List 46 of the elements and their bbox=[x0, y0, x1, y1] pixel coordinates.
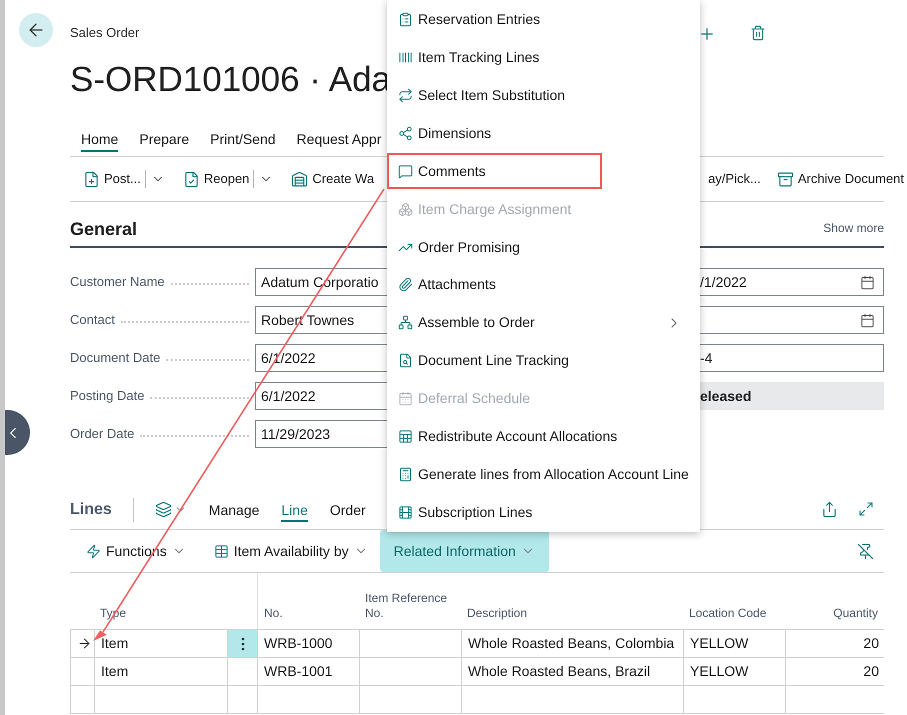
field-label: Customer Name bbox=[70, 273, 165, 292]
lines-action-button[interactable]: Item Availability by bbox=[200, 530, 382, 572]
field-label: Posting Date bbox=[70, 387, 144, 406]
column-header[interactable]: Location Code bbox=[689, 606, 766, 621]
show-more-link[interactable]: Show more bbox=[823, 219, 884, 237]
column-header[interactable]: No. bbox=[264, 606, 283, 621]
table-cell-text: WRB-1001 bbox=[264, 662, 332, 681]
table-cell-text: Whole Roasted Beans, Brazil bbox=[468, 662, 650, 681]
table-cell-text: Item bbox=[101, 634, 128, 653]
action-button[interactable]: Create Wa bbox=[291, 169, 374, 189]
field-label: Document Date bbox=[70, 349, 160, 368]
table-cell-text: YELLOW bbox=[690, 634, 748, 653]
table-cell-text: YELLOW bbox=[690, 662, 748, 681]
action-button[interactable]: Archive Document bbox=[776, 169, 904, 189]
table-cell-text: Whole Roasted Beans, Colombia bbox=[468, 634, 674, 653]
page-tab[interactable]: Home bbox=[81, 130, 118, 152]
action-button[interactable]: ay/Pick... bbox=[708, 169, 761, 189]
table-cell-text: 20 bbox=[863, 662, 879, 681]
table-row[interactable]: Item WRB-1001 Whole Roasted Beans, Brazil YELLOW 20 bbox=[70, 658, 884, 686]
menu-item[interactable]: Order Promising bbox=[387, 228, 700, 266]
page-tab[interactable]: Prepare bbox=[139, 130, 190, 152]
table-cell-text: WRB-1000 bbox=[264, 634, 332, 653]
column-header[interactable]: Description bbox=[467, 606, 528, 621]
lines-tab[interactable]: Order bbox=[330, 501, 366, 522]
table-cell-text: 20 bbox=[863, 634, 879, 653]
column-header[interactable]: Quantity bbox=[833, 606, 878, 621]
table-row[interactable]: Item WRB-1000 Whole Roasted Beans, Colombia YELLOW 20 bbox=[70, 630, 884, 658]
table-cell-text: Item bbox=[101, 662, 128, 681]
field-label: Contact bbox=[70, 311, 115, 330]
action-button[interactable]: Reopen bbox=[182, 169, 250, 189]
breadcrumb: Sales Order bbox=[70, 24, 140, 42]
section-title: Lines bbox=[70, 500, 112, 520]
menu-item[interactable]: Generate lines from Allocation Account Line bbox=[387, 455, 707, 494]
menu-item[interactable]: Subscription Lines bbox=[387, 493, 700, 532]
action-button[interactable]: Post... bbox=[83, 169, 141, 189]
lines-tab[interactable]: Line bbox=[281, 501, 308, 522]
lines-action-button[interactable]: Related Information bbox=[380, 530, 549, 572]
page-tab[interactable]: Request Appr bbox=[296, 130, 382, 152]
lines-tab[interactable]: Manage bbox=[208, 501, 260, 522]
column-header[interactable]: Item Reference No. bbox=[365, 591, 455, 621]
page-tab[interactable]: Print/Send bbox=[210, 130, 276, 152]
section-title: General bbox=[70, 218, 138, 240]
menu-item[interactable]: Comments bbox=[387, 152, 700, 190]
field-label: Order Date bbox=[70, 425, 134, 444]
menu-item[interactable]: Reservation Entries bbox=[387, 1, 700, 39]
menu-item[interactable]: Dimensions bbox=[387, 114, 700, 152]
